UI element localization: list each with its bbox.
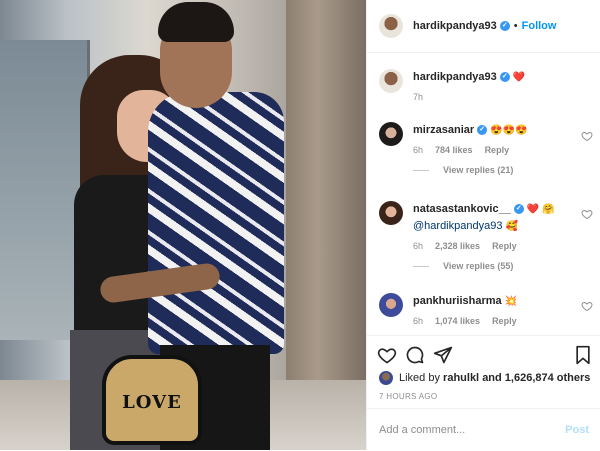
replies-dash [413,265,429,267]
instagram-post: LOVE hardikpandya93 ✓ • Follow hardikpan… [0,0,600,450]
caption-body: hardikpandya93 ✓ ❤️ 7h [413,69,589,102]
action-icons [377,345,593,369]
post-timestamp[interactable]: 7 HOURS AGO [379,392,437,401]
comment-like-heart-icon[interactable] [581,300,593,312]
comment-like-heart-icon[interactable] [581,130,593,142]
comment-meta: 6h 2,328 likes Reply [413,241,589,251]
comment-body: mirzasaniar ✓ 😍😍😍 6h 784 likes Reply View… [413,122,589,175]
caption-line: hardikpandya93 ✓ ❤️ [413,69,589,86]
comment-meta: 6h 1,074 likes Reply [413,316,589,326]
likes-summary[interactable]: Liked by rahulkl and 1,626,874 others [379,371,590,385]
caption-time: 7h [413,92,424,102]
verified-icon: ✓ [477,125,488,136]
comment-line: natasastankovic__ ✓ ❤️ 🤗 [413,201,589,218]
avatar[interactable] [379,122,403,146]
comment-meta: 6h 784 likes Reply [413,145,589,155]
comment-username[interactable]: natasastankovic__ [413,203,511,215]
comment-username[interactable]: pankhuriisharma [413,295,502,307]
post-photo[interactable]: LOVE [0,0,366,450]
reply-button[interactable]: Reply [485,145,510,155]
view-replies-button[interactable]: View replies (55) [413,261,589,271]
comment-line: mirzasaniar ✓ 😍😍😍 [413,122,589,139]
comment-icon[interactable] [405,345,425,365]
comment-emoji: 💥 [504,296,518,307]
likes-user[interactable]: rahulkl [443,372,479,384]
comment-row: natasastankovic__ ✓ ❤️ 🤗 @hardikpandya93 … [379,201,589,271]
comment-username[interactable]: mirzasaniar [413,124,474,136]
follow-button[interactable]: Follow [522,20,557,32]
caption-row: hardikpandya93 ✓ ❤️ 7h [379,69,589,102]
photo-man-hair [158,2,234,42]
avatar[interactable] [379,201,403,225]
header-username[interactable]: hardikpandya93 [413,20,497,32]
comment-input[interactable]: Add a comment... [379,424,465,436]
share-icon[interactable] [433,345,453,365]
photo-man-shirt [148,92,284,354]
comment-likes[interactable]: 2,328 likes [435,241,480,251]
comment-line-2: @hardikpandya93 🥰 [413,218,589,235]
comment-like-heart-icon[interactable] [581,208,593,220]
replies-dash [413,169,429,171]
reply-button[interactable]: Reply [492,241,517,251]
view-replies-label: View replies (21) [443,165,514,175]
reply-button[interactable]: Reply [492,316,517,326]
comment-row: mirzasaniar ✓ 😍😍😍 6h 784 likes Reply View… [379,122,589,175]
caption-username[interactable]: hardikpandya93 [413,71,497,83]
post-button[interactable]: Post [565,424,589,436]
post-header: hardikpandya93 ✓ • Follow [367,0,600,53]
view-replies-button[interactable]: View replies (21) [413,165,589,175]
likes-suffix[interactable]: and 1,626,874 others [482,372,590,384]
comment-time: 6h [413,145,424,155]
mention-emoji: 🥰 [505,221,518,232]
comment-likes[interactable]: 784 likes [435,145,473,155]
comment-emoji: ❤️ 🤗 [526,204,555,215]
comment-row: pankhuriisharma 💥 6h 1,074 likes Reply [379,293,589,326]
comment-body: pankhuriisharma 💥 6h 1,074 likes Reply [413,293,589,326]
caption-emoji: ❤️ [512,72,526,83]
avatar[interactable] [379,14,403,38]
likes-text: Liked by rahulkl and 1,626,874 others [399,372,590,384]
comment-line: pankhuriisharma 💥 [413,293,589,310]
view-replies-label: View replies (55) [443,261,514,271]
add-comment-bar: Add a comment... Post [367,408,600,451]
comment-time: 6h [413,316,424,326]
post-actions: Liked by rahulkl and 1,626,874 others 7 … [367,335,600,450]
heart-icon[interactable] [377,345,397,365]
comment-emoji: 😍😍😍 [490,125,528,136]
verified-icon: ✓ [499,72,510,83]
photo-bag-text: LOVE [122,392,182,413]
post-sidebar: hardikpandya93 ✓ • Follow hardikpandya93… [366,0,600,450]
comments-list[interactable]: hardikpandya93✓ ❤️ 7h mirzasaniar✓ 😍😍😍 [367,53,600,335]
likes-prefix: Liked by [399,372,440,384]
comment-body: natasastankovic__ ✓ ❤️ 🤗 @hardikpandya93 … [413,201,589,271]
comment-mention[interactable]: @hardikpandya93 [413,220,502,232]
avatar[interactable] [379,371,393,385]
verified-icon: ✓ [499,21,510,31]
avatar[interactable] [379,69,403,93]
avatar[interactable] [379,293,403,317]
comment-likes[interactable]: 1,074 likes [435,316,480,326]
comment-time: 6h [413,241,424,251]
caption-meta: 7h [413,92,589,102]
bookmark-icon[interactable] [573,345,593,365]
header-separator: • [513,20,518,32]
verified-icon: ✓ [513,204,524,215]
